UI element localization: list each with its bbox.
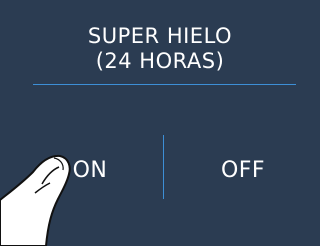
option-divider (163, 135, 164, 199)
super-ice-panel: SUPER HIELO (24 HORAS) ON OFF (0, 0, 320, 246)
off-button-label: OFF (220, 157, 266, 183)
title-line-1: SUPER HIELO (87, 24, 233, 48)
off-button[interactable]: OFF (168, 140, 318, 200)
panel-title: SUPER HIELO (24 HORAS) (0, 24, 320, 74)
title-line-2: (24 HORAS) (95, 49, 225, 73)
on-button[interactable]: ON (20, 140, 160, 200)
on-button-label: ON (72, 157, 108, 183)
title-divider (33, 84, 296, 85)
